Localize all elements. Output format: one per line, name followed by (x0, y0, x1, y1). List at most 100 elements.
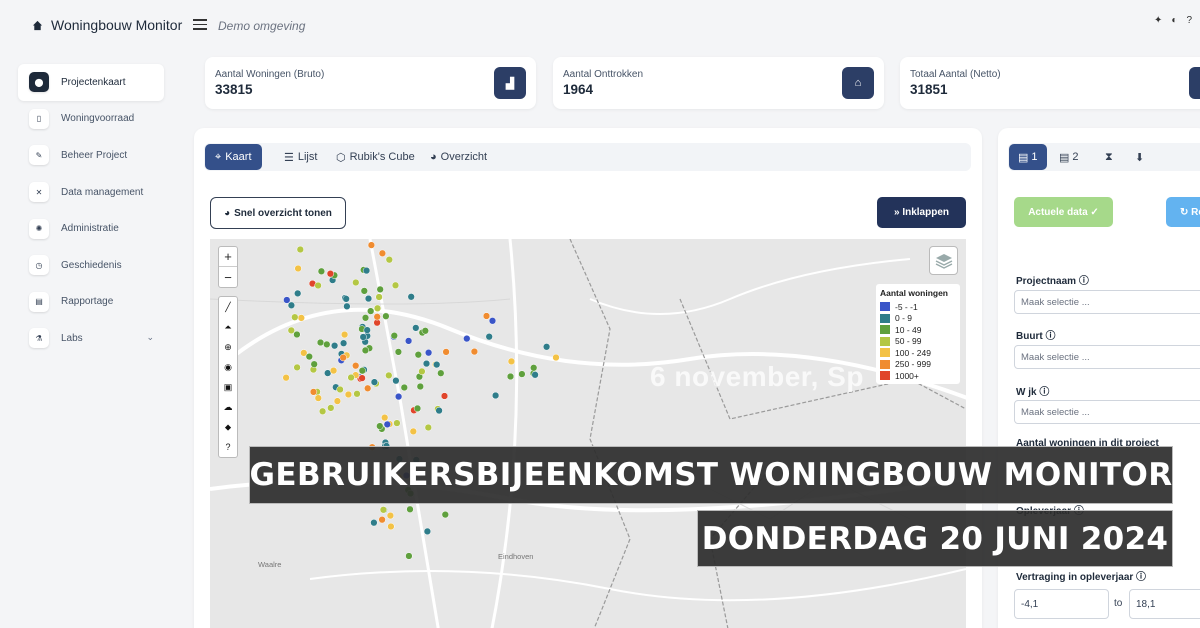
project-marker[interactable] (433, 360, 441, 369)
add-circle-icon[interactable]: ⊕ (219, 337, 237, 357)
project-marker[interactable] (309, 388, 318, 396)
project-marker[interactable] (367, 241, 376, 249)
current-data-button[interactable]: Actuele data ✓ (1014, 197, 1113, 227)
project-marker[interactable] (470, 347, 479, 356)
projectnaam-select[interactable]: Maak selectie ... (1014, 290, 1200, 314)
contact-icon[interactable]: ▣ (219, 377, 237, 397)
project-marker[interactable] (416, 382, 424, 391)
wijk-select[interactable]: Maak selectie ... (1014, 400, 1200, 424)
project-marker[interactable] (437, 369, 445, 377)
tab-rubiks-cube[interactable]: ⬡ Rubik's Cube (326, 144, 425, 170)
tab-filter-1[interactable]: ▤ 1 (1009, 144, 1047, 170)
project-marker[interactable] (296, 245, 304, 254)
project-marker[interactable] (364, 294, 373, 303)
contrast-icon[interactable]: ◐ (1171, 15, 1177, 26)
project-marker[interactable] (287, 301, 296, 309)
project-marker[interactable] (424, 349, 433, 357)
project-marker[interactable] (393, 419, 401, 427)
project-marker[interactable] (423, 527, 432, 536)
project-marker[interactable] (333, 397, 342, 405)
project-marker[interactable] (542, 343, 551, 351)
project-marker[interactable] (385, 256, 393, 264)
project-marker[interactable] (343, 302, 351, 310)
tab-filter-2[interactable]: ▤ 2 (1050, 144, 1088, 170)
project-marker[interactable] (407, 293, 415, 301)
project-marker[interactable] (291, 313, 299, 321)
sidebar-item-projectenkaart[interactable]: ⬤ Projectenkaart (18, 64, 164, 101)
help-icon[interactable]: ? (1186, 15, 1192, 26)
sidebar-item-geschiedenis[interactable]: ◷ Geschiedenis (18, 247, 164, 284)
project-marker[interactable] (318, 407, 327, 415)
project-marker[interactable] (381, 413, 389, 422)
project-marker[interactable] (283, 296, 291, 304)
project-marker[interactable] (342, 295, 350, 303)
tab-download[interactable]: ⬇ (1126, 144, 1153, 170)
project-marker[interactable] (409, 427, 417, 436)
project-marker[interactable] (530, 364, 538, 372)
project-marker[interactable] (373, 313, 381, 321)
project-marker[interactable] (287, 326, 295, 335)
project-marker[interactable] (339, 339, 348, 347)
project-marker[interactable] (362, 266, 371, 275)
project-marker[interactable] (418, 367, 426, 376)
project-marker[interactable] (294, 264, 302, 273)
project-marker[interactable] (339, 353, 347, 362)
project-marker[interactable] (364, 384, 372, 392)
project-marker[interactable] (294, 289, 302, 298)
project-marker[interactable] (421, 327, 429, 335)
project-marker[interactable] (305, 352, 313, 361)
project-marker[interactable] (327, 404, 335, 412)
project-marker[interactable] (310, 360, 318, 368)
project-marker[interactable] (340, 330, 349, 339)
project-marker[interactable] (422, 359, 431, 368)
draw-polygon-icon[interactable]: ⏶ (219, 317, 237, 337)
project-marker[interactable] (383, 420, 391, 429)
sidebar-item-rapportage[interactable]: ▤ Rapportage (18, 284, 164, 321)
project-marker[interactable] (394, 392, 403, 401)
tab-kaart[interactable]: ⌖ Kaart (205, 144, 262, 170)
project-marker[interactable] (293, 363, 301, 372)
project-marker[interactable] (412, 324, 420, 332)
project-marker[interactable] (282, 374, 290, 382)
quick-overview-button[interactable]: ◕ Snel overzicht tonen (210, 197, 346, 229)
project-marker[interactable] (317, 267, 326, 275)
tab-lijst[interactable]: ☰ Lijst (274, 144, 327, 170)
project-marker[interactable] (531, 371, 539, 379)
project-marker[interactable] (353, 390, 361, 398)
project-marker[interactable] (378, 516, 386, 524)
project-marker[interactable] (361, 346, 370, 355)
project-marker[interactable] (488, 317, 497, 325)
project-marker[interactable] (344, 390, 353, 399)
project-marker[interactable] (293, 330, 301, 339)
tab-overzicht[interactable]: ◕ Overzicht (420, 144, 497, 170)
project-marker[interactable] (518, 370, 526, 378)
project-marker[interactable] (379, 506, 388, 514)
help-circle-icon[interactable]: ? (219, 437, 237, 457)
sparkle-icon[interactable]: ✦ (1154, 15, 1162, 26)
reset-button[interactable]: ↻ Re (1166, 197, 1200, 227)
project-marker[interactable] (414, 351, 422, 359)
project-marker[interactable] (391, 281, 400, 289)
project-marker[interactable] (329, 366, 338, 375)
project-marker[interactable] (373, 304, 382, 312)
project-marker[interactable] (378, 249, 387, 257)
project-marker[interactable] (370, 378, 379, 386)
project-marker[interactable] (385, 371, 393, 380)
circle-icon[interactable]: ◉ (219, 357, 237, 377)
project-marker[interactable] (552, 353, 560, 362)
project-marker[interactable] (485, 333, 493, 341)
project-marker[interactable] (352, 278, 360, 287)
project-marker[interactable] (404, 337, 413, 345)
project-marker[interactable] (314, 281, 322, 290)
project-marker[interactable] (367, 307, 375, 315)
project-marker[interactable] (440, 392, 449, 400)
project-marker[interactable] (358, 367, 366, 375)
cloud-download-icon[interactable]: ☁ (219, 397, 237, 417)
project-marker[interactable] (413, 404, 422, 413)
sidebar-item-administratie[interactable]: ✺ Administratie (18, 210, 164, 247)
project-marker[interactable] (435, 406, 443, 415)
project-marker[interactable] (376, 285, 384, 294)
project-marker[interactable] (323, 340, 331, 349)
project-marker[interactable] (386, 511, 395, 520)
project-marker[interactable] (336, 385, 344, 394)
